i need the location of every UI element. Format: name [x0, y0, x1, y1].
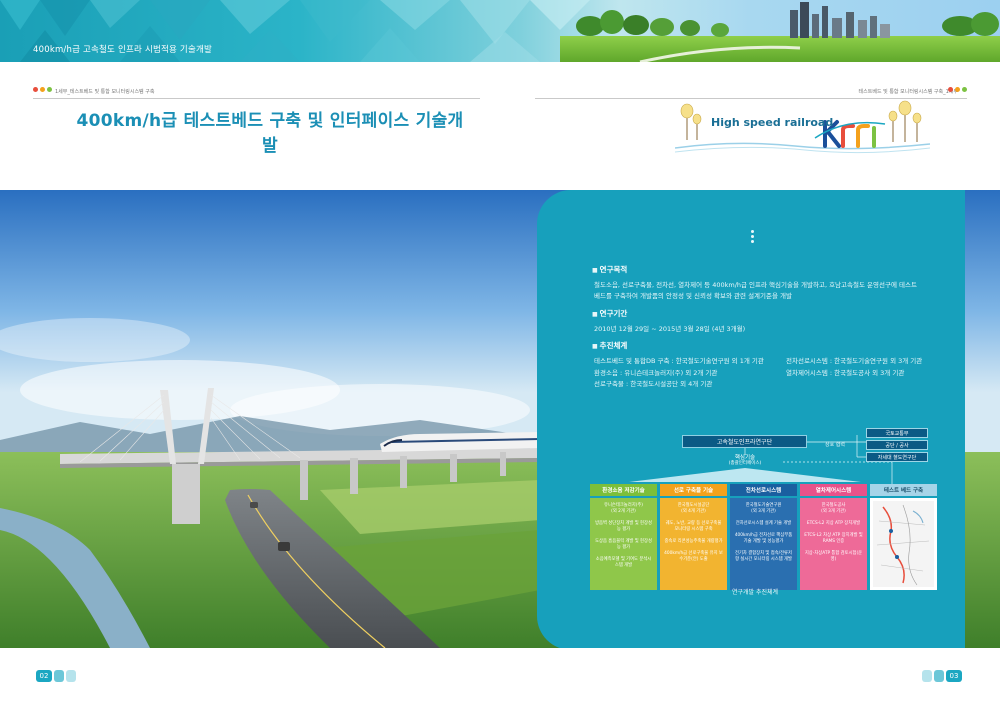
test-bed-map	[870, 498, 937, 590]
page-number-left: 02	[36, 670, 76, 682]
org-top-box: 고속철도인프라연구단	[682, 435, 807, 448]
page-square-icon	[934, 670, 944, 682]
page-number: 03	[946, 670, 962, 682]
column-body: 한국철도공사 (외 3개 기관) ETCS-L2 지상 ATP 장치개발 ETC…	[800, 498, 867, 590]
agency-box: 공단 / 공사	[866, 440, 928, 450]
page-square-icon	[54, 670, 64, 682]
system-item: 열차제어시스템 : 한국철도공사 외 3개 기관	[786, 368, 905, 377]
dot-icon	[47, 87, 52, 92]
dot-icon	[962, 87, 967, 92]
system-section: 추진체계 테스트베드 및 통합DB 구축 : 한국철도기술연구원 외 1개 기관…	[592, 340, 954, 390]
dot-icon	[33, 87, 38, 92]
column-header: 전차선로시스템	[730, 484, 797, 496]
column-body: 한국철도시설공단 (외 4개 기관) 궤도, 노반, 교량 등 선로구축물 모니…	[660, 498, 727, 590]
purpose-line: 철도소음, 선로구축물, 전차선, 열차제어 등 400km/h급 인프라 핵심…	[594, 281, 917, 289]
column-body: 한국철도기술연구원 (외 3개 기관) 전차선로시스템 설계 기술 개발 400…	[730, 498, 797, 590]
column-header: 열차제어시스템	[800, 484, 867, 496]
purpose-heading: 연구목적	[592, 264, 917, 275]
column-body: 유니슨테크놀러지(주) (외 2개 기관) 방음벽 성단장치 개발 및 현장성능…	[590, 498, 657, 590]
system-item	[784, 379, 954, 390]
footer	[0, 648, 1000, 707]
top-banner: 400km/h급 고속철도 인프라 시범적용 기술개발	[0, 0, 1000, 62]
breadcrumb-dots-left	[33, 87, 52, 92]
core-sub: (총괄인터페이스)	[728, 461, 762, 466]
dot-icon	[40, 87, 45, 92]
agency-box: 국토교통부	[866, 428, 928, 438]
brand-logo: High speed railroad	[675, 100, 930, 158]
route-map-icon	[873, 501, 934, 587]
system-item: 테스트베드 및 통합DB 구축 : 한국철도기술연구원 외 1개 기관	[594, 357, 764, 365]
system-item: 선로구축물 : 한국철도시설공단 외 4개 기관	[594, 380, 713, 388]
banner-title: 400km/h급 고속철도 인프라 시범적용 기술개발	[33, 45, 213, 55]
system-item: 전차선로시스템 : 한국철도기술연구원 외 3개 기관	[786, 357, 923, 365]
column-header: 선로 구축물 기술	[660, 484, 727, 496]
purpose-line: 베드를 구축하여 개발품의 안정성 및 신뢰성 확보와 관련 설계기준을 개발	[594, 291, 792, 300]
panel-dots-icon	[751, 230, 754, 243]
breadcrumb-right: 테스트베드 및 통합 모니터링시스템 구축_1세부	[858, 89, 958, 95]
system-item: 환경소음 : 유니슨테크놀러지(주) 외 2개 기관	[594, 368, 718, 377]
period-heading: 연구기간	[592, 308, 745, 319]
page-square-icon	[66, 670, 76, 682]
brand-text: High speed railroad	[711, 116, 834, 129]
cooperation-label: 상호 협력	[825, 442, 845, 448]
dot-icon	[955, 87, 960, 92]
balloon-trees-icon	[675, 100, 930, 154]
page-title: 400km/h급 테스트베드 구축 및 인터페이스 기술개발	[76, 111, 464, 156]
breadcrumb-left: 1세부_테스트베드 및 통합 모니터링시스템 구축	[55, 89, 155, 95]
agency-box: 자세대 쳘도연구단	[866, 452, 928, 462]
page-number-right: 03	[922, 670, 962, 682]
page-square-icon	[922, 670, 932, 682]
period-text: 2010년 12월 29일 ~ 2015년 3월 28일 (4년 3개월)	[594, 325, 746, 333]
header-rule-left	[33, 98, 480, 99]
header-rule-right	[535, 98, 967, 99]
core-tech-box: 핵심기술 (총괄인터페이스)	[707, 455, 783, 467]
breadcrumb-dots-right	[948, 87, 967, 92]
column-header: 환경소음 저감기술	[590, 484, 657, 496]
system-heading: 추진체계	[592, 340, 954, 351]
info-panel: 연구목적 철도소음, 선로구축물, 전차선, 열차제어 등 400km/h급 인…	[537, 190, 965, 650]
period-section: 연구기간 2010년 12월 29일 ~ 2015년 3월 28일 (4년 3개…	[592, 308, 745, 335]
org-chart: 고속철도인프라연구단 상호 협력 국토교통부 공단 / 공사 자세대 쳘도연구단…	[577, 428, 942, 605]
chart-caption: 연구개발 추진체계	[732, 589, 779, 596]
page-number: 02	[36, 670, 52, 682]
dot-icon	[948, 87, 953, 92]
purpose-section: 연구목적 철도소음, 선로구축물, 전차선, 열차제어 등 400km/h급 인…	[592, 264, 917, 301]
column-header: 테스트 베드 구축	[870, 484, 937, 496]
